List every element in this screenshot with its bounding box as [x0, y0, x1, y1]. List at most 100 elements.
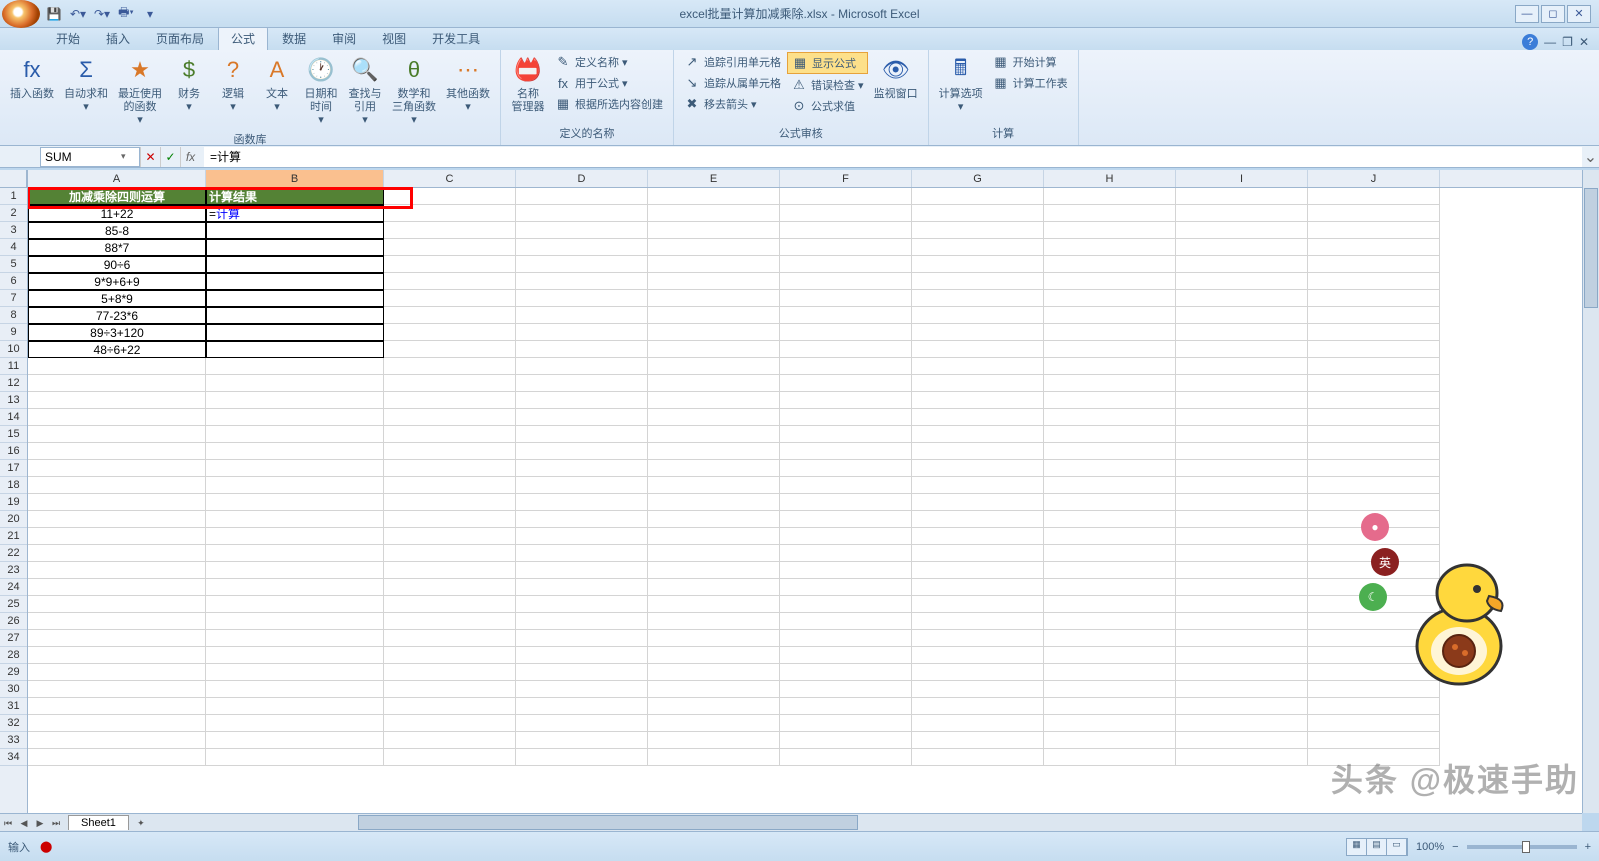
cell-E22[interactable]: [648, 545, 780, 562]
cell-F22[interactable]: [780, 545, 912, 562]
cell-C30[interactable]: [384, 681, 516, 698]
page-layout-view-icon[interactable]: ▤: [1367, 839, 1387, 855]
cell-C13[interactable]: [384, 392, 516, 409]
cell-F13[interactable]: [780, 392, 912, 409]
col-header-G[interactable]: G: [912, 170, 1044, 187]
cell-I5[interactable]: [1176, 256, 1308, 273]
cell-I3[interactable]: [1176, 222, 1308, 239]
cell-E14[interactable]: [648, 409, 780, 426]
formula-input[interactable]: =计算: [204, 147, 1582, 167]
cell-E15[interactable]: [648, 426, 780, 443]
cell-C28[interactable]: [384, 647, 516, 664]
cell-I14[interactable]: [1176, 409, 1308, 426]
cell-D34[interactable]: [516, 749, 648, 766]
cell-I6[interactable]: [1176, 273, 1308, 290]
cell-C34[interactable]: [384, 749, 516, 766]
cell-B5[interactable]: [206, 256, 384, 273]
cell-A15[interactable]: [28, 426, 206, 443]
row-header-24[interactable]: 24: [0, 579, 27, 596]
cell-J11[interactable]: [1308, 358, 1440, 375]
normal-view-icon[interactable]: ▦: [1347, 839, 1367, 855]
cell-G29[interactable]: [912, 664, 1044, 681]
row-header-12[interactable]: 12: [0, 375, 27, 392]
cell-B10[interactable]: [206, 341, 384, 358]
cell-C19[interactable]: [384, 494, 516, 511]
cell-H28[interactable]: [1044, 647, 1176, 664]
cell-D22[interactable]: [516, 545, 648, 562]
cell-B30[interactable]: [206, 681, 384, 698]
cell-A8[interactable]: 77-23*6: [28, 307, 206, 324]
cell-A25[interactable]: [28, 596, 206, 613]
cell-I29[interactable]: [1176, 664, 1308, 681]
cell-J29[interactable]: [1308, 664, 1440, 681]
cell-E17[interactable]: [648, 460, 780, 477]
col-header-I[interactable]: I: [1176, 170, 1308, 187]
row-header-18[interactable]: 18: [0, 477, 27, 494]
cell-D15[interactable]: [516, 426, 648, 443]
cell-J27[interactable]: [1308, 630, 1440, 647]
redo-icon[interactable]: ↷▾: [92, 4, 112, 24]
cell-C4[interactable]: [384, 239, 516, 256]
maximize-button[interactable]: ◻: [1541, 5, 1565, 23]
ribbon-small-3-0[interactable]: ▦开始计算: [989, 52, 1072, 72]
cell-D6[interactable]: [516, 273, 648, 290]
cell-I28[interactable]: [1176, 647, 1308, 664]
cell-J7[interactable]: [1308, 290, 1440, 307]
row-header-7[interactable]: 7: [0, 290, 27, 307]
cell-G31[interactable]: [912, 698, 1044, 715]
cell-B19[interactable]: [206, 494, 384, 511]
cell-G33[interactable]: [912, 732, 1044, 749]
cell-B31[interactable]: [206, 698, 384, 715]
cell-B28[interactable]: [206, 647, 384, 664]
cell-D27[interactable]: [516, 630, 648, 647]
row-header-14[interactable]: 14: [0, 409, 27, 426]
row-header-13[interactable]: 13: [0, 392, 27, 409]
ribbon-btn-0-9[interactable]: ⋯其他函数 ▾: [442, 52, 494, 116]
row-header-10[interactable]: 10: [0, 341, 27, 358]
cell-F3[interactable]: [780, 222, 912, 239]
ribbon-small-2-0-2[interactable]: ✖移去箭头 ▾: [680, 94, 785, 114]
cell-I2[interactable]: [1176, 205, 1308, 222]
cell-H34[interactable]: [1044, 749, 1176, 766]
cell-I7[interactable]: [1176, 290, 1308, 307]
cell-I24[interactable]: [1176, 579, 1308, 596]
col-header-A[interactable]: A: [28, 170, 206, 187]
cell-E26[interactable]: [648, 613, 780, 630]
cell-A17[interactable]: [28, 460, 206, 477]
cell-D18[interactable]: [516, 477, 648, 494]
cell-F2[interactable]: [780, 205, 912, 222]
cell-E2[interactable]: [648, 205, 780, 222]
cell-G28[interactable]: [912, 647, 1044, 664]
cell-J34[interactable]: [1308, 749, 1440, 766]
cell-E34[interactable]: [648, 749, 780, 766]
cell-G23[interactable]: [912, 562, 1044, 579]
cell-J32[interactable]: [1308, 715, 1440, 732]
col-header-H[interactable]: H: [1044, 170, 1176, 187]
row-header-32[interactable]: 32: [0, 715, 27, 732]
row-header-27[interactable]: 27: [0, 630, 27, 647]
cell-G21[interactable]: [912, 528, 1044, 545]
cell-B12[interactable]: [206, 375, 384, 392]
cell-J1[interactable]: [1308, 188, 1440, 205]
cell-I22[interactable]: [1176, 545, 1308, 562]
cell-G13[interactable]: [912, 392, 1044, 409]
help-icon[interactable]: ?: [1522, 34, 1538, 50]
row-header-6[interactable]: 6: [0, 273, 27, 290]
cell-D11[interactable]: [516, 358, 648, 375]
cell-E21[interactable]: [648, 528, 780, 545]
cell-A11[interactable]: [28, 358, 206, 375]
row-header-3[interactable]: 3: [0, 222, 27, 239]
cell-E4[interactable]: [648, 239, 780, 256]
cell-F6[interactable]: [780, 273, 912, 290]
cell-A9[interactable]: 89÷3+120: [28, 324, 206, 341]
ribbon-big-3[interactable]: 🖩计算选项 ▾: [935, 52, 987, 116]
cell-C17[interactable]: [384, 460, 516, 477]
cell-B27[interactable]: [206, 630, 384, 647]
cell-C14[interactable]: [384, 409, 516, 426]
cell-B29[interactable]: [206, 664, 384, 681]
cell-B26[interactable]: [206, 613, 384, 630]
cell-G20[interactable]: [912, 511, 1044, 528]
zoom-in-icon[interactable]: +: [1585, 841, 1591, 853]
cell-I34[interactable]: [1176, 749, 1308, 766]
cell-E8[interactable]: [648, 307, 780, 324]
